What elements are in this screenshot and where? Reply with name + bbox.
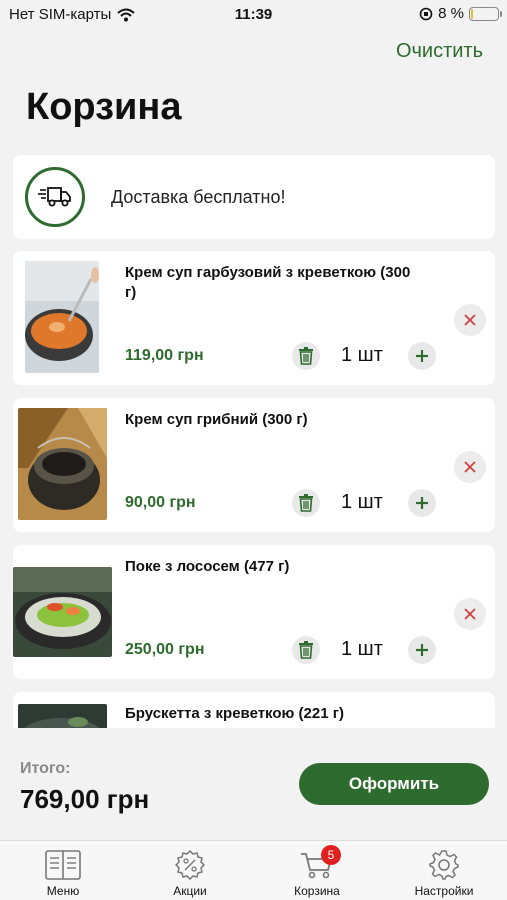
total-label: Итого: (20, 760, 71, 777)
cart-icon: 5 (299, 845, 341, 881)
checkout-footer: Итого: 769,00 грн Оформить (0, 728, 507, 840)
menu-book-icon (45, 849, 81, 881)
cart-list[interactable]: Доставка бесплатно! Крем суп гарбузовий … (0, 145, 507, 728)
remove-item-button[interactable] (454, 451, 486, 483)
delivery-truck-icon (25, 167, 85, 227)
page-title: Корзина (26, 86, 182, 128)
orientation-lock-icon (419, 7, 433, 20)
item-price: 250,00 грн (125, 641, 205, 658)
tab-settings[interactable]: Настройки (381, 841, 507, 900)
trash-button[interactable] (292, 489, 320, 517)
increase-quantity-button[interactable] (408, 342, 436, 370)
cart-item: Крем суп гарбузовий з креветкою (300 г) … (13, 251, 495, 385)
product-image (18, 408, 107, 520)
tab-promotions[interactable]: Акции (127, 841, 253, 900)
tab-menu[interactable]: Меню (0, 841, 126, 900)
close-icon (464, 461, 476, 473)
item-price: 119,00 грн (125, 347, 204, 364)
item-name: Поке з лососем (477 г) (125, 558, 290, 575)
battery-percent: 8 % (438, 5, 464, 22)
item-quantity: 1 шт (341, 638, 383, 660)
plus-icon (416, 644, 428, 656)
delivery-banner: Доставка бесплатно! (13, 155, 495, 239)
tab-cart[interactable]: 5 Корзина (254, 841, 380, 900)
item-quantity: 1 шт (341, 491, 383, 513)
increase-quantity-button[interactable] (408, 636, 436, 664)
cart-item: Брускетта з креветкою (221 г) (13, 692, 495, 728)
trash-icon (299, 641, 313, 659)
cart-item: Поке з лососем (477 г) 250,00 грн 1 шт (13, 545, 495, 679)
status-bar: Нет SIM-карты 11:39 8 % (0, 0, 507, 30)
trash-button[interactable] (292, 342, 320, 370)
status-right: 8 % (419, 5, 502, 22)
close-icon (464, 608, 476, 620)
clear-cart-button[interactable]: Очистить (396, 40, 483, 63)
discount-badge-icon (172, 849, 208, 881)
cart-count-badge: 5 (321, 845, 341, 865)
close-icon (464, 314, 476, 326)
tab-bar: Меню Акции 5 Корзина Настройки (0, 840, 507, 900)
plus-icon (416, 497, 428, 509)
product-image (18, 704, 107, 728)
plus-icon (416, 350, 428, 362)
trash-icon (299, 347, 313, 365)
product-image (13, 567, 112, 657)
checkout-button[interactable]: Оформить (299, 763, 489, 805)
trash-icon (299, 494, 313, 512)
item-name: Крем суп гарбузовий з креветкою (300 г) (125, 264, 411, 301)
battery-level (471, 8, 473, 19)
delivery-text: Доставка бесплатно! (111, 187, 286, 207)
remove-item-button[interactable] (454, 304, 486, 336)
tab-label: Корзина (294, 884, 340, 898)
tab-label: Меню (46, 884, 80, 898)
tab-label: Настройки (414, 884, 474, 898)
remove-item-button[interactable] (454, 598, 486, 630)
increase-quantity-button[interactable] (408, 489, 436, 517)
item-price: 90,00 грн (125, 494, 196, 511)
cart-item: Крем суп грибний (300 г) 90,00 грн 1 шт (13, 398, 495, 532)
trash-button[interactable] (292, 636, 320, 664)
product-image (25, 261, 99, 373)
battery-icon (469, 6, 502, 21)
item-quantity: 1 шт (341, 344, 383, 366)
tab-label: Акции (173, 884, 207, 898)
total-value: 769,00 грн (20, 784, 150, 814)
gear-icon (426, 849, 462, 881)
item-name: Крем суп грибний (300 г) (125, 411, 308, 428)
item-name: Брускетта з креветкою (221 г) (125, 705, 344, 722)
